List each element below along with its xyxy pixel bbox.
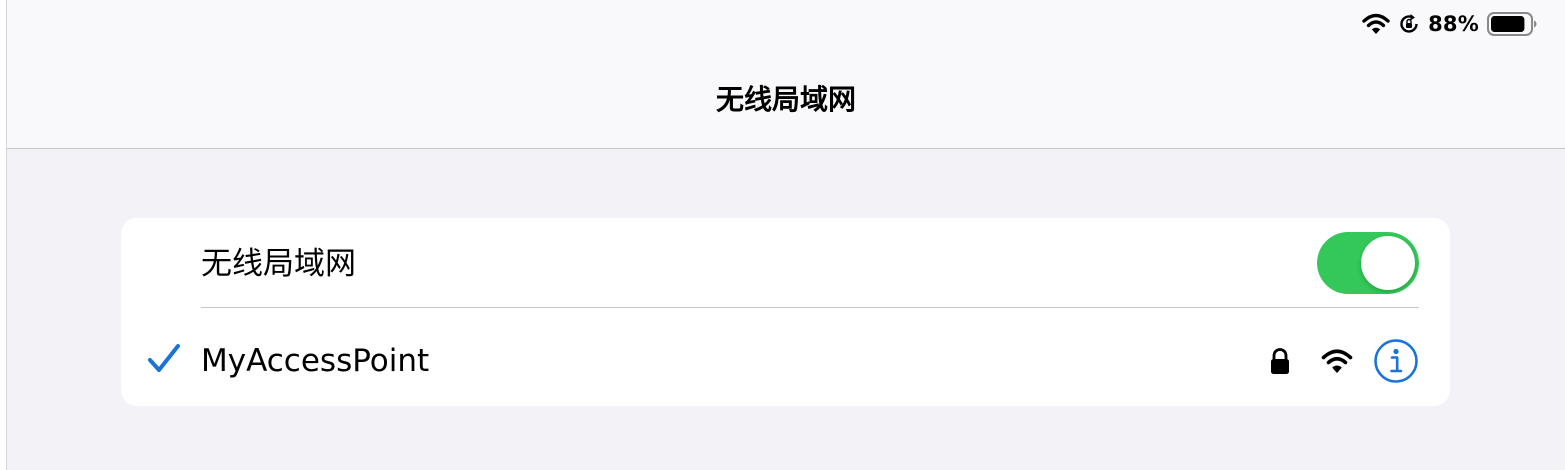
network-name: MyAccessPoint <box>201 343 430 379</box>
checkmark-icon <box>148 344 180 372</box>
page-title: 无线局域网 <box>715 83 856 116</box>
wifi-toggle-row: 无线局域网 <box>121 218 1450 312</box>
toggle-knob <box>1361 236 1415 290</box>
info-icon[interactable] <box>1373 338 1419 384</box>
network-row-myaccesspoint[interactable]: MyAccessPoint <box>121 312 1450 406</box>
status-bar: 88% <box>1362 8 1537 40</box>
wifi-signal-icon <box>1321 349 1353 373</box>
wifi-toggle-label: 无线局域网 <box>201 246 356 282</box>
orientation-lock-icon <box>1400 14 1418 33</box>
battery-percentage: 88% <box>1428 12 1479 36</box>
wifi-toggle-switch[interactable] <box>1317 232 1419 294</box>
battery-icon <box>1487 12 1537 36</box>
navigation-bar: 88% 无线局域网 <box>7 0 1565 149</box>
lock-icon <box>1271 348 1289 374</box>
row-divider <box>201 307 1419 308</box>
sidebar-edge <box>0 0 7 470</box>
network-status-icons <box>1269 338 1419 384</box>
wifi-icon <box>1362 13 1390 34</box>
wifi-settings-card: 无线局域网 MyAccessPoint <box>121 218 1450 406</box>
